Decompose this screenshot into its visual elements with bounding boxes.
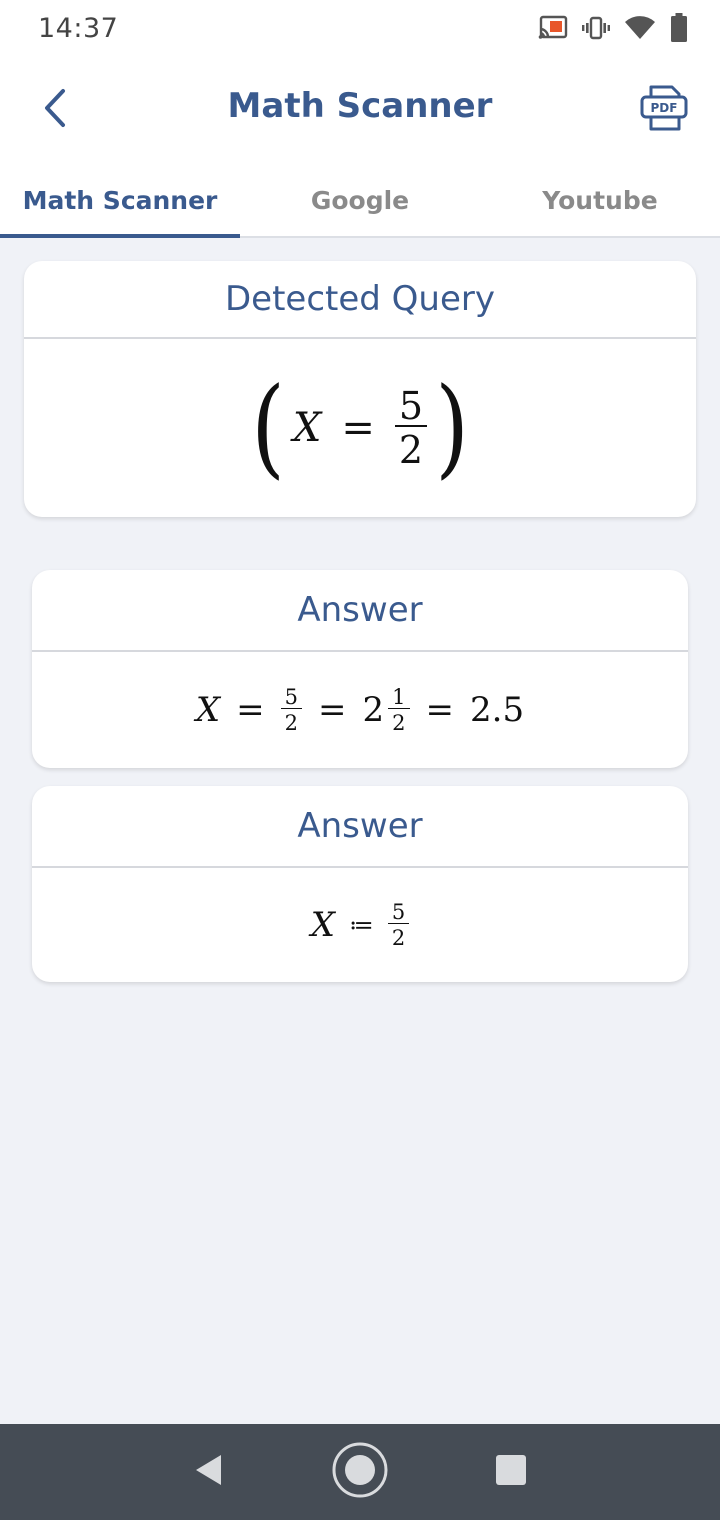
mixed-whole: 2 [362,690,385,730]
answer-card: Answer X ≔ 5 2 [32,786,688,982]
query-numerator: 5 [394,387,428,427]
status-icons [538,13,688,43]
status-bar: 14:37 [0,0,720,56]
pdf-label: PDF [651,101,678,115]
answer-variable: X [195,690,221,730]
left-paren: ( [250,365,285,490]
mixed-fraction: 1 2 [388,686,410,735]
answer-title: Answer [32,570,688,652]
answer-expression: X ≔ 5 2 [32,868,688,982]
detected-query-card: Detected Query ( X = 5 2 ) [24,261,696,517]
fraction-numerator: 5 [280,686,302,709]
nav-home-button[interactable] [331,1441,389,1504]
app-header: Math Scanner PDF [0,56,720,164]
tab-bar: Math Scanner Google Youtube [0,164,720,238]
query-operator: = [341,405,375,451]
battery-icon [670,13,688,43]
detected-query-title: Detected Query [24,261,696,339]
answer-variable: X [310,905,336,945]
nav-recents-button[interactable] [495,1454,527,1491]
answer-operator: ≔ [349,911,374,939]
page-title: Math Scanner [227,86,493,126]
wifi-icon [624,15,656,41]
nav-back-button[interactable] [193,1453,225,1492]
answer-fraction: 5 2 [387,901,410,950]
query-denominator: 2 [398,428,424,472]
answer-expression: X = 5 2 = 2 1 2 = 2.5 [32,652,688,768]
cast-icon [538,15,568,41]
query-variable: X [292,405,322,451]
answer-operator: = [425,690,455,730]
home-circle-icon [331,1441,389,1504]
fraction-denominator: 2 [284,710,298,735]
vibrate-icon [582,15,610,41]
tab-youtube[interactable]: Youtube [480,164,720,236]
system-nav-bar [0,1424,720,1520]
answer-operator: = [318,690,347,730]
answer-fraction: 5 2 [280,686,302,735]
triangle-back-icon [193,1453,225,1492]
detected-query-expression: ( X = 5 2 ) [24,339,696,517]
tab-math-scanner[interactable]: Math Scanner [0,164,240,238]
square-recents-icon [495,1454,527,1491]
pdf-export-button[interactable]: PDF [636,82,692,138]
fraction-numerator: 5 [387,901,410,924]
right-paren: ) [435,365,470,490]
pdf-icon: PDF [639,83,689,138]
fraction-numerator: 1 [388,686,410,709]
query-fraction: 5 2 [394,387,428,472]
answer-card: Answer X = 5 2 = 2 1 2 = 2.5 [32,570,688,768]
answer-operator: = [236,690,265,730]
fraction-denominator: 2 [392,710,406,735]
answer-decimal: 2.5 [470,690,525,730]
fraction-denominator: 2 [391,925,406,950]
status-time: 14:37 [38,12,119,44]
answer-title: Answer [32,786,688,868]
tab-google[interactable]: Google [240,164,480,236]
